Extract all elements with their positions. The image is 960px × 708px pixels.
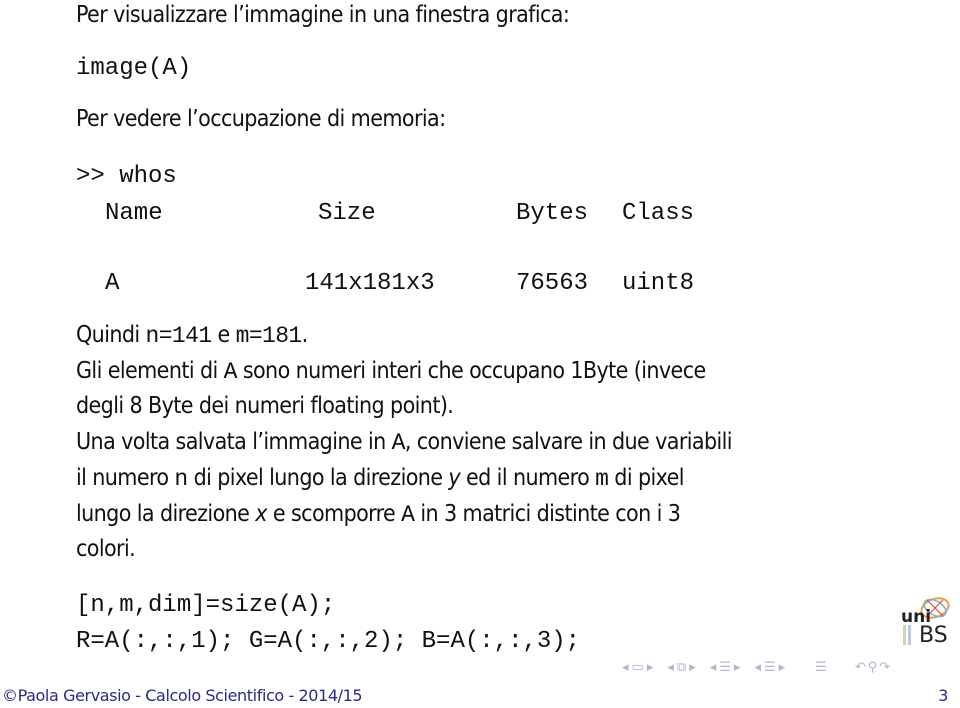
text: , conviene salvare in due variabili <box>404 429 733 455</box>
paragraph-dimensions: Quindi n=141 e m=181. <box>76 324 308 348</box>
paragraph-bytes-line2: degli 8 Byte dei numeri floating point). <box>76 393 454 419</box>
text: Gli elementi di <box>76 358 224 384</box>
code-A: A <box>401 502 415 528</box>
code-m: m <box>595 466 609 492</box>
unibs-logo: uni BS <box>893 590 957 650</box>
code-A: A <box>223 359 238 385</box>
beamer-navigation: ◂ ▭ ▸ ◂ ⧉ ▸ ◂ ☰ ▸ ◂ ☰ ▸ ☰ ↶ ⚲ ↷ <box>622 658 890 676</box>
paragraph-save-line3: lungo la direzione x e scomporre A in 3 … <box>76 501 681 528</box>
text: e <box>211 322 236 348</box>
copyright-icon: © <box>2 686 18 705</box>
whos-header-name: Name <box>105 200 163 227</box>
whos-cell-class: uint8 <box>622 270 695 297</box>
code-m: m=181 <box>235 323 303 349</box>
paragraph-save-line4: colori. <box>76 536 136 562</box>
section-icon[interactable]: ☰ <box>719 660 731 675</box>
text: in 3 matrici distinte con i 3 <box>414 501 681 527</box>
code-image: image(A) <box>76 55 192 82</box>
whos-header-class: Class <box>622 200 695 227</box>
text: il numero <box>76 465 175 491</box>
text: di pixel <box>608 465 684 491</box>
appendix-icon[interactable]: ☰ <box>815 660 827 675</box>
frame-icon[interactable]: ▭ <box>632 660 644 675</box>
whos-cell-bytes: 76563 <box>516 270 589 297</box>
text: . <box>301 322 309 348</box>
nav-prev-subsection[interactable]: ◂ <box>667 660 674 675</box>
paragraph-save-line2: il numero n di pixel lungo la direzione … <box>76 467 684 491</box>
footer-text: Paola Gervasio - Calcolo Scientifico - 2… <box>17 686 363 705</box>
text: Quindi <box>76 322 146 348</box>
forward-icon[interactable]: ↷ <box>879 660 890 675</box>
text: e scomporre <box>266 501 402 527</box>
logo-bs: BS <box>919 623 948 648</box>
code-channels: R=A(:,:,1); G=A(:,:,2); B=A(:,:,3); <box>76 628 581 655</box>
text: Una volta salvata l’immagine in <box>76 429 392 455</box>
doc-icon[interactable]: ☰ <box>764 660 776 675</box>
text: sono numeri interi che occupano 1Byte (i… <box>236 358 706 384</box>
math-y: y <box>448 465 461 491</box>
paragraph-bytes-line1: Gli elementi di A sono numeri interi che… <box>76 360 706 384</box>
nav-next-section[interactable]: ▸ <box>734 660 741 675</box>
whos-cell-name: A <box>105 270 120 297</box>
nav-next-subsection[interactable]: ▸ <box>689 660 696 675</box>
intro-text: Per visualizzare l’immagine in una fines… <box>76 2 570 28</box>
text: ed il numero <box>460 465 596 491</box>
code-n: n <box>174 466 188 492</box>
math-x: x <box>255 501 267 527</box>
back-icon[interactable]: ↶ <box>855 660 866 675</box>
code-size: [n,m,dim]=size(A); <box>76 592 336 619</box>
search-icon[interactable]: ⚲ <box>868 660 878 675</box>
code-n: n=141 <box>145 323 213 349</box>
logo-graphic: uni BS <box>901 597 950 648</box>
nav-prev-frame[interactable]: ◂ <box>622 660 629 675</box>
code-A: A <box>391 430 406 456</box>
text: lungo la direzione <box>76 501 256 527</box>
whos-prompt: >> whos <box>76 163 177 190</box>
page-number: 3 <box>938 686 948 705</box>
whos-cell-size: 141x181x3 <box>305 270 435 297</box>
footer-credits: ©Paola Gervasio - Calcolo Scientifico - … <box>2 686 363 705</box>
paragraph-save-line1: Una volta salvata l’immagine in A, convi… <box>76 429 733 456</box>
nav-next-frame[interactable]: ▸ <box>647 660 654 675</box>
memory-text: Per vedere l’occupazione di memoria: <box>76 106 446 132</box>
nav-prev-doc[interactable]: ◂ <box>754 660 761 675</box>
nav-prev-section[interactable]: ◂ <box>710 660 717 675</box>
whos-header-size: Size <box>318 200 376 227</box>
subsection-icon[interactable]: ⧉ <box>677 660 686 675</box>
text: di pixel lungo la direzione <box>187 465 449 491</box>
whos-header-bytes: Bytes <box>516 200 589 227</box>
nav-next-doc[interactable]: ▸ <box>779 660 786 675</box>
